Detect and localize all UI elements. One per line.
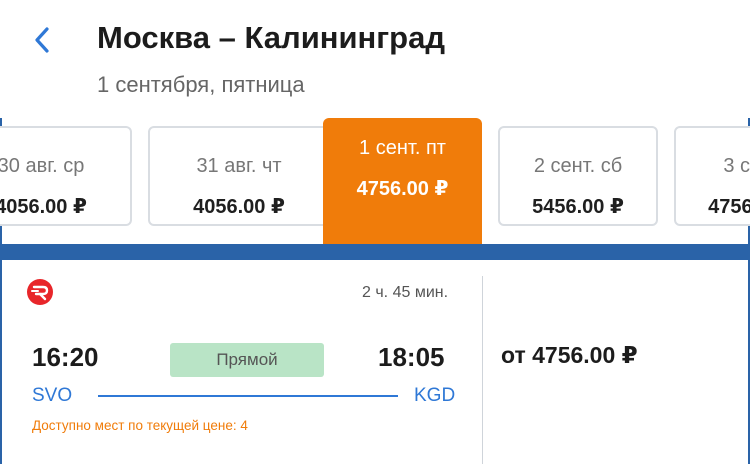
departure-time: 16:20 <box>32 342 99 372</box>
chevron-left-icon <box>35 27 49 53</box>
date-tab-aug-31[interactable]: 31 авг. чт 4056.00 ₽ <box>148 126 330 226</box>
date-tab-date: 1 сент. пт <box>359 137 446 159</box>
date-tab-price: 4756.00 ₽ <box>708 196 750 218</box>
date-tab-price: 4056.00 ₽ <box>193 196 285 218</box>
date-tab-price: 5456.00 ₽ <box>532 196 624 218</box>
flight-duration: 2 ч. 45 мин. <box>362 284 449 301</box>
date-tab-aug-30[interactable]: 30 авг. ср 4056.00 ₽ <box>0 126 132 226</box>
card-divider <box>482 276 483 464</box>
arrival-airport-code: KGD <box>414 385 456 406</box>
airline-logo-icon <box>27 279 53 305</box>
header: Москва – Калининград 1 сентября, пятница <box>0 0 750 118</box>
page-title: Москва – Калининград <box>97 20 446 55</box>
direct-flight-badge: Прямой <box>170 343 324 377</box>
flight-card[interactable]: 2 ч. 45 мин. 16:20 Прямой 18:05 SVO KGD … <box>2 260 748 464</box>
date-tab-sep-1-selected[interactable]: 1 сент. пт 4756.00 ₽ <box>323 118 482 244</box>
date-tab-date: 2 сент. сб <box>533 155 623 177</box>
date-tab-date: 3 сент. <box>723 155 750 177</box>
date-selector: 30 авг. ср 4056.00 ₽ 31 авг. чт 4056.00 … <box>0 118 750 244</box>
results-band <box>0 244 750 260</box>
date-tab-date: 30 авг. ср <box>0 155 85 177</box>
date-tab-sep-2[interactable]: 2 сент. сб 5456.00 ₽ <box>498 126 658 226</box>
route-line <box>98 395 398 397</box>
seats-available-note: Доступно мест по текущей цене: 4 <box>32 418 248 433</box>
price-from[interactable]: от 4756.00 ₽ <box>501 342 638 369</box>
date-tab-date: 31 авг. чт <box>196 155 282 177</box>
date-tab-sep-3[interactable]: 3 сент. 4756.00 ₽ <box>674 126 750 226</box>
date-tab-price: 4056.00 ₽ <box>0 196 87 218</box>
page-subtitle: 1 сентября, пятница <box>97 72 305 97</box>
date-tab-price: 4756.00 ₽ <box>356 178 449 200</box>
arrival-time: 18:05 <box>378 342 445 372</box>
departure-airport-code: SVO <box>32 385 73 406</box>
back-button[interactable] <box>24 22 60 58</box>
